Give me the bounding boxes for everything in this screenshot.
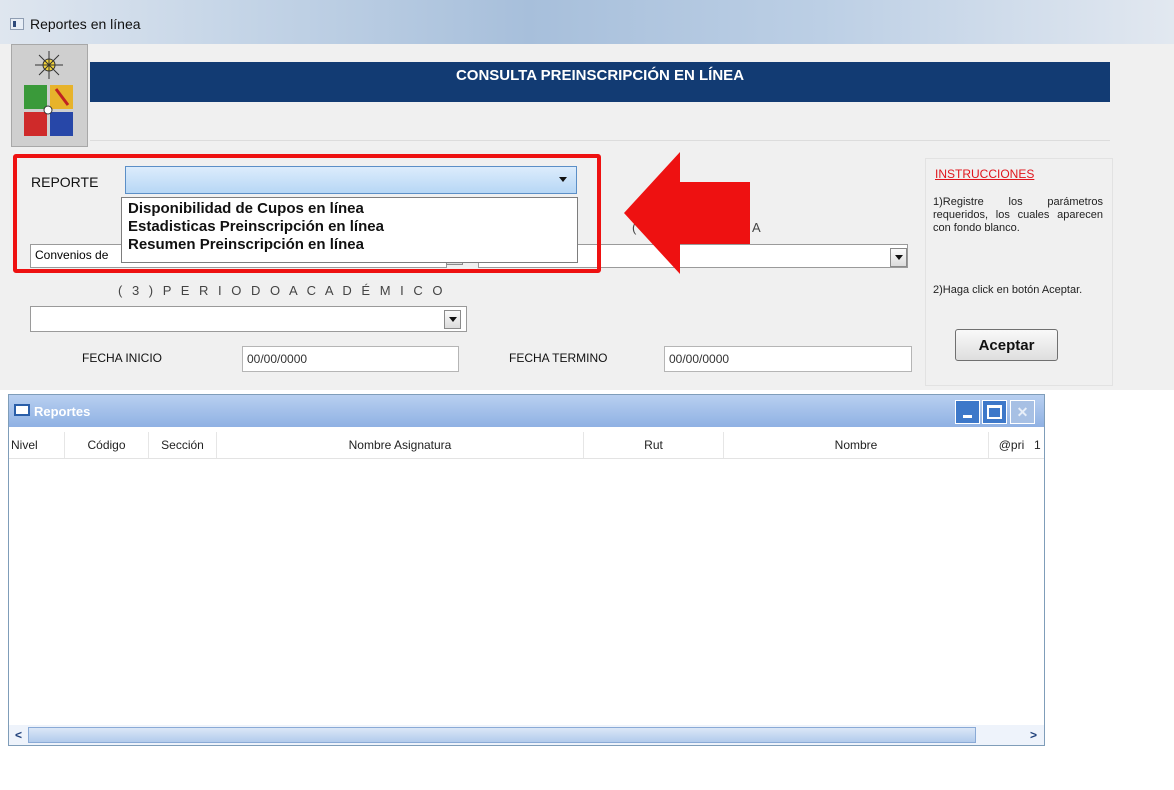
periodo-dropdown-button[interactable] [444, 310, 461, 329]
red-arrow-icon [624, 152, 750, 274]
window-icon [14, 404, 30, 416]
periodo-combo[interactable] [30, 306, 467, 332]
col-pri[interactable]: @pri [989, 432, 1034, 458]
window-titlebar[interactable] [0, 0, 1174, 44]
col-codigo[interactable]: Código [65, 432, 149, 458]
instructions-step1: 1)Registre los parámetros requeridos, lo… [933, 196, 1103, 234]
col-rut[interactable]: Rut [584, 432, 724, 458]
accept-button[interactable]: Aceptar [955, 329, 1058, 361]
minimize-icon [963, 414, 972, 418]
chevron-down-icon [448, 317, 457, 322]
col-truncated[interactable]: 1 [1034, 432, 1044, 458]
obscured-label-tail: A [752, 220, 761, 235]
university-logo [11, 44, 88, 147]
minimize-button[interactable] [955, 400, 980, 424]
chevron-down-icon [894, 255, 903, 260]
reportes-title: Reportes [34, 404, 91, 419]
reporte-dropdown-list: Disponibilidad de Cupos en línea Estadis… [121, 197, 578, 263]
fecha-termino-label: FECHA TERMINO [509, 351, 608, 365]
reportes-titlebar[interactable] [9, 395, 1044, 427]
col-nivel[interactable]: Nivel [9, 432, 65, 458]
maximize-icon [987, 405, 1002, 419]
field3-dropdown-button[interactable] [890, 248, 907, 267]
close-button[interactable]: ✕ [1010, 400, 1035, 424]
app-window-icon [10, 18, 24, 30]
col-nombre[interactable]: Nombre [724, 432, 989, 458]
periodo-label: ( 3 ) P E R I O D O A C A D É M I C O [118, 283, 446, 298]
scrollbar-thumb[interactable] [28, 727, 976, 743]
reporte-combo[interactable] [125, 166, 577, 194]
reportes-column-header: Nivel Código Sección Nombre Asignatura R… [9, 432, 1044, 459]
col-nombre-asignatura[interactable]: Nombre Asignatura [217, 432, 584, 458]
scroll-right-icon[interactable]: > [1025, 727, 1042, 743]
page-title: CONSULTA PREINSCRIPCIÓN EN LÍNEA [90, 62, 1110, 102]
dropdown-option-cupos[interactable]: Disponibilidad de Cupos en línea [122, 198, 577, 218]
reporte-label: REPORTE [31, 174, 99, 190]
reportes-grid[interactable] [9, 459, 1044, 725]
scroll-left-icon[interactable]: < [10, 727, 27, 743]
close-icon: ✕ [1016, 403, 1029, 420]
dropdown-option-resumen[interactable]: Resumen Preinscripción en línea [122, 236, 577, 254]
instructions-step2: 2)Haga click en botón Aceptar. [933, 284, 1083, 296]
fecha-inicio-label: FECHA INICIO [82, 351, 163, 365]
dropdown-option-estadisticas[interactable]: Estadisticas Preinscripción en línea [122, 218, 577, 236]
fecha-inicio-input[interactable]: 00/00/0000 [242, 346, 459, 372]
fecha-termino-input[interactable]: 00/00/0000 [664, 346, 912, 372]
header-divider [90, 140, 1110, 141]
col-seccion[interactable]: Sección [149, 432, 217, 458]
chevron-down-icon[interactable] [559, 177, 567, 182]
instructions-title: INSTRUCCIONES [935, 167, 1035, 181]
window-title: Reportes en línea [30, 16, 141, 32]
maximize-button[interactable] [982, 400, 1007, 424]
